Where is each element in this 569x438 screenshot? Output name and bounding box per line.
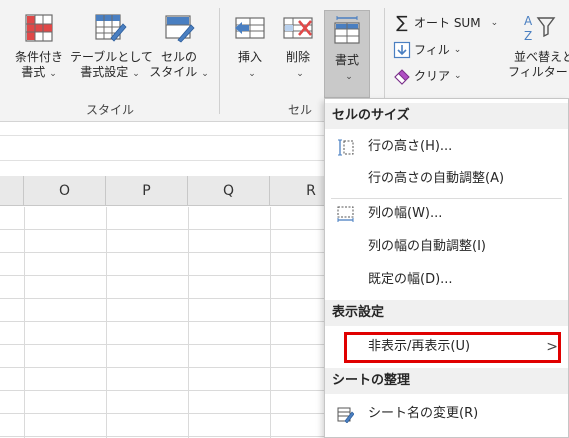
menu-item-default-width-label: 既定の幅(D)... [368,272,453,287]
menu-section-cell-size: セルのサイズ [325,103,568,129]
menu-section-organize-sheets: シートの整理 [325,368,568,394]
menu-item-autofit-row-height[interactable]: 行の高さの自動調整(A) [325,164,568,194]
svg-text:Z: Z [524,29,532,43]
cell-styles-label-2: スタイル ⌄ [149,65,209,79]
format-as-table-icon [95,14,127,42]
grid-line [106,207,107,438]
rename-sheet-icon [337,407,354,423]
sort-filter-label-1: 並べ替えと [514,50,569,64]
format-as-table-button[interactable]: テーブルとして 書式設定 ⌄ [70,12,153,92]
fill-down-icon [393,41,411,59]
menu-item-hide-unhide-label: 非表示/再表示(U) [368,339,471,354]
autosum-button[interactable]: ∑ オート SUM ⌄ [393,12,498,34]
sort-filter-button[interactable]: A Z 並べ替えと フィルター [508,12,569,92]
conditional-formatting-label-2: 書式 ⌄ [21,65,57,79]
format-cells-button[interactable]: 書式 ⌄ [324,10,370,98]
clear-label: クリア [414,69,451,83]
ribbon-separator [219,8,220,114]
menu-item-default-width[interactable]: 既定の幅(D)... [325,265,568,295]
sigma-icon: ∑ [396,13,408,33]
format-dropdown-menu: セルのサイズ 行の高さ(H)... 行の高さの自動調整(A) 列の幅(W)...… [324,98,569,438]
delete-label: 削除 [285,50,310,64]
fill-label: フィル [414,43,450,57]
format-label: 書式 [334,53,359,67]
grid-line [24,207,25,438]
menu-item-autofit-column-width[interactable]: 列の幅の自動調整(I) [325,232,568,262]
column-width-icon [337,206,354,222]
menu-item-autofit-row-height-label: 行の高さの自動調整(A) [368,171,505,186]
chevron-right-icon: > [546,339,558,355]
clear-button[interactable]: クリア ⌄ [393,65,462,87]
chevron-down-icon: ⌄ [248,69,256,79]
format-cells-icon [334,16,360,44]
eraser-icon [394,69,410,85]
delete-cells-button[interactable]: 削除 ⌄ [276,12,320,92]
menu-item-column-width[interactable]: 列の幅(W)... [325,199,568,229]
format-as-table-label-1: テーブルとして [70,50,153,64]
cell-styles-button[interactable]: セルの スタイル ⌄ [148,12,210,92]
chevron-down-icon: ⌄ [345,72,353,82]
cell-styles-icon [165,15,195,43]
chevron-down-icon: ⌄ [296,69,304,79]
styles-group-label: スタイル [86,103,135,117]
insert-cells-icon [235,17,265,39]
sort-filter-icon: A Z [524,14,556,43]
column-header-p[interactable]: P [106,176,188,206]
menu-item-rename-sheet-label: シート名の変更(R) [368,406,479,421]
fill-button[interactable]: フィル ⌄ [393,39,461,61]
delete-caret: ⌄ [276,65,320,82]
chevron-down-icon: ⌄ [201,69,209,79]
row-height-icon [338,139,354,156]
autosum-label: オート SUM [414,16,481,30]
chevron-down-icon: ⌄ [454,71,462,81]
chevron-down-icon: ⌄ [490,18,499,28]
menu-item-autofit-column-width-label: 列の幅の自動調整(I) [368,239,486,254]
menu-item-column-width-label: 列の幅(W)... [368,206,443,221]
column-header-o[interactable]: O [24,176,106,206]
insert-label: 挿入 [237,50,262,64]
insert-cells-button[interactable]: 挿入 ⌄ [228,12,272,92]
grid-line [270,207,271,438]
chevron-down-icon: ⌄ [49,69,57,79]
format-as-table-label-2: 書式設定 ⌄ [80,65,140,79]
conditional-formatting-icon [25,14,53,42]
format-caret: ⌄ [325,68,369,85]
menu-section-visibility: 表示設定 [325,300,568,326]
menu-item-hide-unhide[interactable]: 非表示/再表示(U) > [325,332,568,362]
menu-item-row-height[interactable]: 行の高さ(H)... [325,132,568,162]
menu-item-row-height-label: 行の高さ(H)... [368,139,453,154]
chevron-down-icon: ⌄ [453,45,462,55]
sort-filter-label-2: フィルター [508,65,568,79]
menu-item-rename-sheet[interactable]: シート名の変更(R) [325,399,568,429]
insert-caret: ⌄ [228,65,272,82]
svg-text:A: A [524,14,533,28]
cells-group-label: セル [288,103,313,117]
column-header-partial[interactable] [0,176,24,206]
column-header-q[interactable]: Q [188,176,270,206]
cell-styles-label-1: セルの [160,50,197,64]
chevron-down-icon: ⌄ [132,69,140,79]
conditional-formatting-label-1: 条件付き [14,50,63,64]
grid-line [188,207,189,438]
conditional-formatting-button[interactable]: 条件付き 書式 ⌄ [6,12,72,92]
delete-cells-icon [283,17,313,39]
